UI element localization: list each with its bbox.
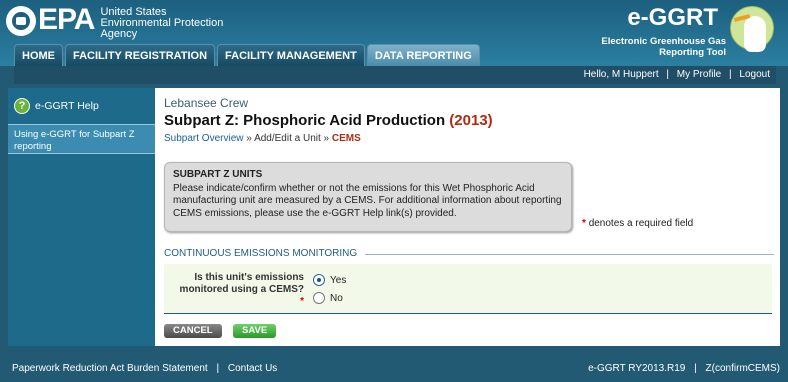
page-footer: Paperwork Reduction Act Burden Statement… xyxy=(0,356,788,382)
epa-logo[interactable]: EPA United States Environmental Protecti… xyxy=(6,4,223,40)
logout-link[interactable]: Logout xyxy=(739,69,770,80)
breadcrumb-separator: » xyxy=(320,133,332,144)
app-subtitle-line: Reporting Tool xyxy=(659,47,726,58)
sidebar-help-link[interactable]: ? e-GGRT Help xyxy=(8,88,155,124)
breadcrumb-current: CEMS xyxy=(331,133,361,144)
section-title: CONTINUOUS EMISSIONS MONITORING xyxy=(164,248,358,259)
reporting-year: (2013) xyxy=(449,112,493,129)
pelican-logo-icon xyxy=(728,4,776,66)
help-icon: ? xyxy=(14,98,30,114)
contact-us-link[interactable]: Contact Us xyxy=(228,363,277,374)
info-box-title: SUBPART Z UNITS xyxy=(173,169,263,180)
save-button[interactable]: SAVE xyxy=(233,324,277,338)
footer-right: e-GGRT RY2013.R19 | Z(confirmCEMS) xyxy=(588,356,780,382)
separator: | xyxy=(694,363,697,374)
main-nav-tabs: HOME FACILITY REGISTRATION FACILITY MANA… xyxy=(14,44,480,66)
cems-form-section: Is this unit's emissions monitored using… xyxy=(164,264,772,314)
user-greeting: Hello, M Huppert xyxy=(583,69,659,80)
main-content: Lebansee Crew Subpart Z: Phosphoric Acid… xyxy=(155,88,780,346)
sidebar-item-subpart-z-help[interactable]: Using e-GGRT for Subpart Z reporting xyxy=(8,124,155,154)
radio-no-label: No xyxy=(330,292,343,304)
tab-facility-management[interactable]: FACILITY MANAGEMENT xyxy=(217,44,365,66)
tab-facility-registration[interactable]: FACILITY REGISTRATION xyxy=(65,44,216,66)
page-title: Subpart Z: Phosphoric Acid Production (2… xyxy=(164,112,493,129)
cems-question-text: Is this unit's emissions monitored using… xyxy=(179,272,304,295)
app-subtitle-line: Electronic Greenhouse Gas xyxy=(601,36,726,47)
required-asterisk: * xyxy=(582,218,586,229)
facility-name: Lebansee Crew xyxy=(164,96,249,110)
sidebar: ? e-GGRT Help Using e-GGRT for Subpart Z… xyxy=(8,88,155,346)
app-title: e-GGRT xyxy=(627,4,718,31)
user-bar: Hello, M Huppert | My Profile | Logout xyxy=(14,66,776,84)
separator: | xyxy=(729,69,732,80)
separator: | xyxy=(666,69,669,80)
paperwork-statement-link[interactable]: Paperwork Reduction Act Burden Statement xyxy=(12,363,208,374)
required-field-note: * denotes a required field xyxy=(582,218,693,229)
breadcrumb: Subpart Overview » Add/Edit a Unit » CEM… xyxy=(164,133,361,144)
breadcrumb-separator: » xyxy=(243,133,255,144)
sidebar-help-label: e-GGRT Help xyxy=(35,100,99,112)
info-box-body: Please indicate/confirm whether or not t… xyxy=(173,183,562,219)
cems-option-yes[interactable]: Yes xyxy=(313,274,346,286)
tab-data-reporting[interactable]: DATA REPORTING xyxy=(366,44,480,66)
page-header: EPA United States Environmental Protecti… xyxy=(0,0,788,66)
app-subtitle: Electronic Greenhouse Gas Reporting Tool xyxy=(601,36,726,58)
cancel-button[interactable]: CANCEL xyxy=(164,324,222,338)
breadcrumb-subpart-overview[interactable]: Subpart Overview xyxy=(164,133,243,144)
footer-left: Paperwork Reduction Act Burden Statement… xyxy=(12,356,277,382)
eggrt-logo: e-GGRT Electronic Greenhouse Gas Reporti… xyxy=(601,4,776,58)
section-divider xyxy=(365,254,774,255)
cems-question-label: Is this unit's emissions monitored using… xyxy=(178,272,304,308)
epa-wordmark: EPA xyxy=(38,3,95,36)
page-identifier: Z(confirmCEMS) xyxy=(705,363,780,374)
agency-name: United States Environmental Protection A… xyxy=(100,7,223,40)
radio-yes-label: Yes xyxy=(330,274,347,286)
required-note-text: denotes a required field xyxy=(588,218,694,229)
my-profile-link[interactable]: My Profile xyxy=(677,69,721,80)
radio-yes[interactable] xyxy=(313,274,325,286)
page-title-text: Subpart Z: Phosphoric Acid Production xyxy=(164,112,446,129)
radio-no[interactable] xyxy=(313,292,325,304)
required-asterisk: * xyxy=(300,296,304,307)
tab-home[interactable]: HOME xyxy=(14,44,63,66)
epa-flower-icon xyxy=(6,6,36,36)
info-box: SUBPART Z UNITS Please indicate/confirm … xyxy=(164,162,572,232)
app-version: e-GGRT RY2013.R19 xyxy=(588,363,686,374)
agency-line: Agency xyxy=(100,28,138,40)
breadcrumb-add-edit-unit: Add/Edit a Unit xyxy=(254,133,321,144)
cems-option-no[interactable]: No xyxy=(313,292,343,304)
separator: | xyxy=(216,363,220,374)
